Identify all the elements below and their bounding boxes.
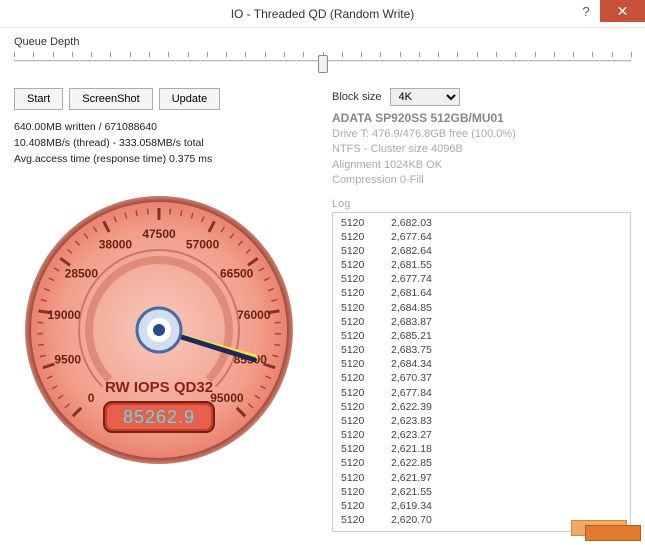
svg-text:85262.9: 85262.9 bbox=[123, 407, 195, 427]
log-row: 51202,623.27 bbox=[341, 428, 622, 442]
log-row: 51202,677.84 bbox=[341, 386, 622, 400]
log-row: 51202,623.83 bbox=[341, 414, 622, 428]
titlebar: IO - Threaded QD (Random Write) ? ✕ bbox=[0, 0, 645, 28]
log-row: 51202,622.85 bbox=[341, 456, 622, 470]
log-row: 51202,677.74 bbox=[341, 272, 622, 286]
svg-text:66500: 66500 bbox=[220, 267, 254, 281]
drive-compress: Compression 0-Fill bbox=[332, 173, 631, 188]
queue-depth-slider[interactable] bbox=[14, 50, 631, 78]
log-row: 51202,682.64 bbox=[341, 244, 622, 258]
log-row: 51202,681.64 bbox=[341, 286, 622, 300]
log-row: 51202,683.87 bbox=[341, 315, 622, 329]
log-row: 51202,677.64 bbox=[341, 230, 622, 244]
update-button[interactable]: Update bbox=[159, 88, 220, 110]
drive-align: Alignment 1024KB OK bbox=[332, 158, 631, 173]
stats-block: 640.00MB written / 671088640 10.408MB/s … bbox=[14, 120, 314, 167]
slider-thumb[interactable] bbox=[318, 55, 328, 73]
gauge: 0 9500 19000 28500 38000 47500 57000 66500 76000… bbox=[14, 175, 304, 475]
log-row: 51202,682.03 bbox=[341, 216, 622, 230]
block-size-select[interactable]: 4K bbox=[390, 88, 460, 106]
drive-model: ADATA SP920SS 512GB/MU01 bbox=[332, 110, 631, 127]
log-box[interactable]: 51202,677.6951202,682.0351202,677.645120… bbox=[332, 212, 631, 532]
queue-depth-label: Queue Depth bbox=[14, 36, 631, 48]
svg-text:38000: 38000 bbox=[99, 238, 133, 252]
watermark bbox=[571, 515, 641, 541]
titlebar-controls: ? ✕ bbox=[572, 0, 645, 22]
svg-text:9500: 9500 bbox=[54, 353, 81, 367]
stats-throughput: 10.408MB/s (thread) - 333.058MB/s total bbox=[14, 136, 314, 152]
log-row: 51202,684.85 bbox=[341, 301, 622, 315]
svg-text:57000: 57000 bbox=[186, 238, 220, 252]
drive-free: Drive T: 476.9/476.8GB free (100.0%) bbox=[332, 127, 631, 142]
log-row: 51202,621.55 bbox=[341, 485, 622, 499]
log-label: Log bbox=[332, 198, 631, 210]
help-button[interactable]: ? bbox=[572, 0, 600, 22]
svg-text:19000: 19000 bbox=[47, 308, 81, 322]
drive-fs: NTFS - Cluster size 4096B bbox=[332, 142, 631, 157]
log-row: 51202,619.34 bbox=[341, 499, 622, 513]
svg-text:47500: 47500 bbox=[142, 227, 176, 241]
screenshot-button[interactable]: ScreenShot bbox=[69, 88, 152, 110]
log-row: 51202,684.34 bbox=[341, 357, 622, 371]
log-row: 51202,683.75 bbox=[341, 343, 622, 357]
log-row: 51202,670.37 bbox=[341, 371, 622, 385]
log-row: 51202,621.18 bbox=[341, 442, 622, 456]
svg-text:RW IOPS QD32: RW IOPS QD32 bbox=[105, 379, 213, 396]
log-row: 51202,622.39 bbox=[341, 400, 622, 414]
drive-info-block: ADATA SP920SS 512GB/MU01 Drive T: 476.9/… bbox=[332, 110, 631, 188]
svg-text:0: 0 bbox=[88, 391, 95, 405]
svg-text:28500: 28500 bbox=[65, 267, 99, 281]
log-row: 51202,621.97 bbox=[341, 471, 622, 485]
close-button[interactable]: ✕ bbox=[600, 0, 645, 22]
window-title: IO - Threaded QD (Random Write) bbox=[0, 7, 645, 21]
svg-text:95000: 95000 bbox=[210, 391, 244, 405]
svg-text:76000: 76000 bbox=[237, 308, 271, 322]
block-size-label: Block size bbox=[332, 91, 382, 103]
start-button[interactable]: Start bbox=[14, 88, 63, 110]
log-row: 51202,681.55 bbox=[341, 258, 622, 272]
log-row: 51202,685.21 bbox=[341, 329, 622, 343]
stats-written: 640.00MB written / 671088640 bbox=[14, 120, 314, 136]
stats-access-time: Avg.access time (response time) 0.375 ms bbox=[14, 152, 314, 168]
